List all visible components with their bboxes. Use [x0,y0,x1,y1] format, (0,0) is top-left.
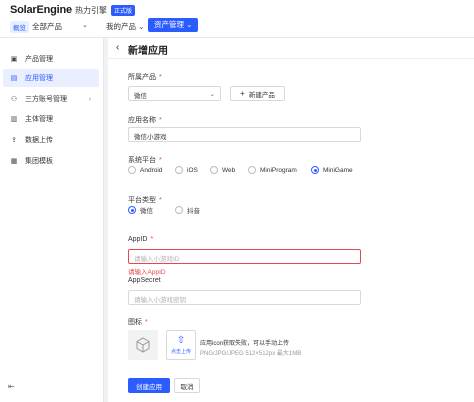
chevron-right-icon: › [88,95,91,103]
platform-label: 系统平台 * [128,157,162,164]
create-app-button[interactable]: 创建应用 [128,378,170,393]
appsecret-input[interactable]: 请输入小游戏密钥 [128,290,361,305]
app-name-input[interactable]: 微信小游戏 [128,127,361,142]
product-scope-select[interactable]: 全部产品 [32,21,62,32]
radio-ios[interactable]: iOS [175,166,198,174]
sidebar-item-label: 数据上传 [25,137,53,144]
upload-icon: ⇪ [11,137,17,144]
overview-badge[interactable]: 概览 [10,21,29,33]
account-icon: ⚇ [10,96,18,103]
cancel-button[interactable]: 取消 [174,378,200,393]
divider [108,58,474,59]
logo-cn-text: 热力引擎 [74,5,107,15]
radio-dot [128,206,136,214]
radio-android[interactable]: Android [128,166,162,174]
upload-label: 点击上传 [170,348,191,355]
radio-dot [210,166,218,174]
appid-label: AppID * [128,236,154,243]
icon-label: 图标 * [128,319,148,326]
icon-hint: 应用icon获取失败，可以手动上传 [200,341,290,347]
app-name-label: 应用名称 * [128,117,162,124]
box-icon: ▣ [10,56,18,63]
radio-miniprogram[interactable]: MiniProgram [248,166,297,174]
sidebar-item-templates[interactable]: ▦ 集团模板 [3,152,99,170]
page-title: 新增应用 [128,46,168,57]
product-select[interactable]: 微信 ⌄ [128,86,221,101]
sidebar-item-label: 主体管理 [25,116,53,123]
sidebar-item-apps[interactable]: ▤ 应用管理 [3,69,99,87]
sidebar-item-data-upload[interactable]: ⇪ 数据上传 [3,131,99,149]
appid-input[interactable]: 请输入小游戏ID [128,249,361,264]
back-icon[interactable]: ‹ [116,42,119,53]
env-badge: 正式版 [110,4,135,16]
sidebar-item-products[interactable]: ▣ 产品管理 [3,50,99,68]
nav-row: 概览 全部产品 ⌄ 我的产品 ⌄ 资产管理 ⌄ [0,18,474,38]
logo-text: SolarEngine [10,4,72,16]
product-select-value: 微信 [134,93,147,100]
appid-error-message: 请输入AppID [128,269,166,276]
logo[interactable]: SolarEngine 热力引擎 正式版 [10,3,135,17]
sidebar-item-accounts[interactable]: ⚇ 三方账号管理 › [3,90,99,108]
new-product-button[interactable]: + 新建产品 [230,86,285,101]
sidebar-item-entity[interactable]: ▥ 主体管理 [3,110,99,128]
radio-wechat[interactable]: 微信 [128,205,153,215]
new-product-label: 新建产品 [248,91,275,99]
upload-icon: ⇧ [176,334,186,346]
template-icon: ▦ [10,158,18,165]
product-label: 所属产品 * [128,74,162,81]
nav-my-products[interactable]: 我的产品 ⌄ [106,21,144,32]
radio-dot [175,206,183,214]
plus-icon: + [240,89,245,98]
sidebar: ▣ 产品管理 ▤ 应用管理 ⚇ 三方账号管理 › ▥ 主体管理 ⇪ 数据上传 ▦… [0,38,104,402]
radio-minigame[interactable]: MiniGame [311,166,353,174]
icon-spec: PNG/JPG/JPEG 512×512px 最大1MB [200,351,302,357]
nav-asset-management[interactable]: 资产管理 ⌄ [148,18,199,32]
sidebar-item-label: 产品管理 [25,56,53,63]
main-panel: ‹ 新增应用 所属产品 * 微信 ⌄ + 新建产品 应用名称 * 微信小游戏 系统平… [108,38,474,402]
appsecret-label: AppSecret [128,277,161,284]
app-icon: ▤ [10,75,18,82]
radio-web[interactable]: Web [210,166,235,174]
chevron-down-icon: ⌄ [209,91,215,98]
sidebar-item-label: 三方账号管理 [25,96,67,103]
radio-dot [175,166,183,174]
entity-icon: ▥ [10,116,18,123]
radio-dot [311,166,319,174]
icon-upload-button[interactable]: ⇧ 点击上传 [166,330,196,360]
radio-dot [248,166,256,174]
radio-dot [128,166,136,174]
collapse-icon[interactable]: ⇤ [8,382,15,391]
sidebar-item-label: 集团模板 [25,158,53,165]
top-bar: SolarEngine 热力引擎 正式版 概览 全部产品 ⌄ 我的产品 ⌄ 资产… [0,0,474,38]
platform-type-label: 平台类型 * [128,197,162,204]
sidebar-item-label: 应用管理 [25,75,53,82]
radio-douyin[interactable]: 抖音 [175,205,200,215]
icon-preview [128,330,158,360]
cube-icon [136,337,150,353]
chevron-down-icon[interactable]: ⌄ [82,21,88,29]
